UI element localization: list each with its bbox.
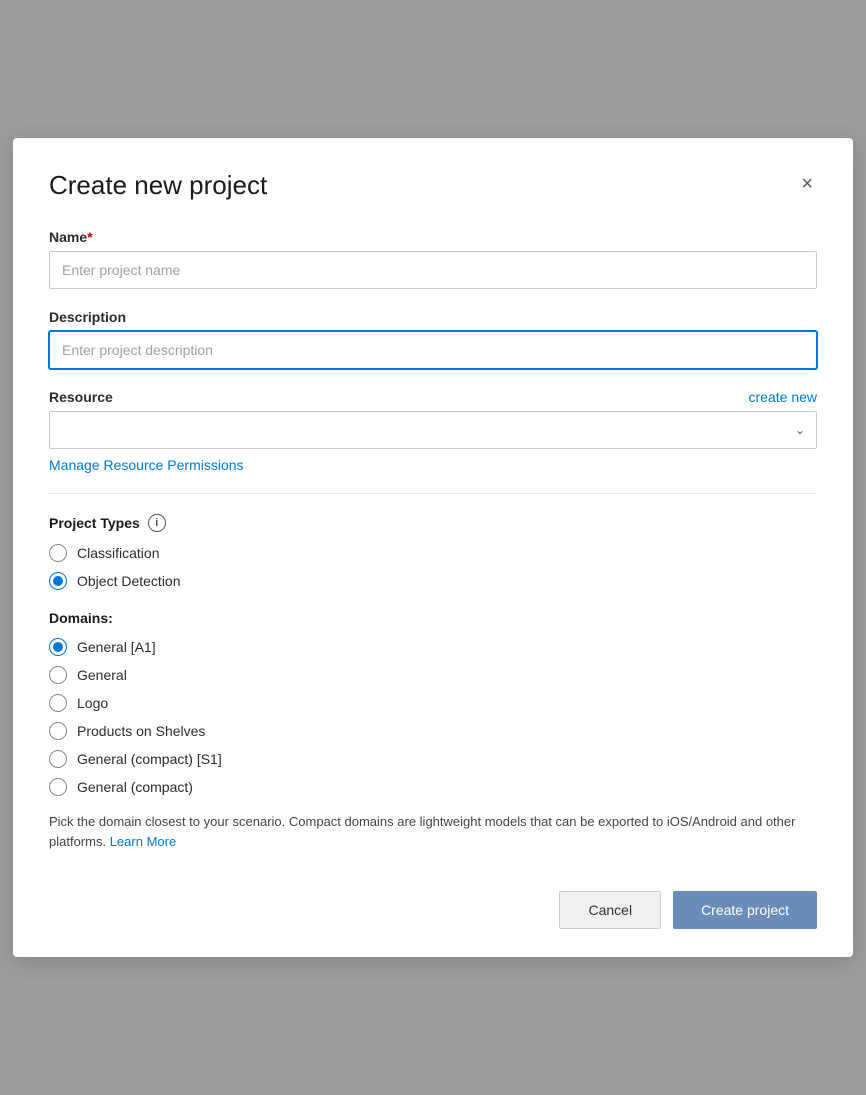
general-label: General	[77, 667, 127, 683]
project-types-title: Project Types i	[49, 514, 817, 532]
dialog-title: Create new project	[49, 170, 267, 201]
general-compact-radio[interactable]	[49, 778, 67, 796]
radio-option-general[interactable]: General	[49, 666, 817, 684]
resource-label: Resource	[49, 389, 113, 405]
create-project-button[interactable]: Create project	[673, 891, 817, 929]
domains-section: Domains: General [A1] General Logo Produ…	[49, 610, 817, 851]
required-indicator: *	[87, 229, 92, 245]
dialog-footer: Cancel Create project	[49, 891, 817, 929]
dialog-overlay: Create new project × Name* Description R…	[0, 0, 866, 1095]
resource-select-wrapper: ⌄	[49, 411, 817, 449]
object-detection-radio[interactable]	[49, 572, 67, 590]
help-text: Pick the domain closest to your scenario…	[49, 812, 817, 851]
project-description-input[interactable]	[49, 331, 817, 369]
radio-option-products-on-shelves[interactable]: Products on Shelves	[49, 722, 817, 740]
cancel-button[interactable]: Cancel	[559, 891, 661, 929]
project-types-section: Project Types i Classification Object De…	[49, 514, 817, 590]
divider-1	[49, 493, 817, 494]
logo-label: Logo	[77, 695, 108, 711]
description-label: Description	[49, 309, 817, 325]
logo-radio[interactable]	[49, 694, 67, 712]
close-button[interactable]: ×	[797, 170, 817, 198]
general-compact-s1-radio[interactable]	[49, 750, 67, 768]
radio-option-logo[interactable]: Logo	[49, 694, 817, 712]
learn-more-link[interactable]: Learn More	[110, 834, 176, 849]
general-a1-radio[interactable]	[49, 638, 67, 656]
classification-label: Classification	[77, 545, 159, 561]
project-types-radio-group: Classification Object Detection	[49, 544, 817, 590]
dialog-header: Create new project ×	[49, 170, 817, 201]
project-types-info-icon[interactable]: i	[148, 514, 166, 532]
radio-option-classification[interactable]: Classification	[49, 544, 817, 562]
general-compact-label: General (compact)	[77, 779, 193, 795]
general-compact-s1-label: General (compact) [S1]	[77, 751, 222, 767]
general-radio[interactable]	[49, 666, 67, 684]
create-new-link[interactable]: create new	[749, 389, 817, 405]
domains-radio-group: General [A1] General Logo Products on Sh…	[49, 638, 817, 796]
radio-option-general-compact-s1[interactable]: General (compact) [S1]	[49, 750, 817, 768]
radio-option-general-compact[interactable]: General (compact)	[49, 778, 817, 796]
description-field-group: Description	[49, 309, 817, 369]
resource-field-group: Resource create new ⌄ Manage Resource Pe…	[49, 389, 817, 473]
resource-label-row: Resource create new	[49, 389, 817, 405]
resource-select[interactable]	[49, 411, 817, 449]
radio-option-object-detection[interactable]: Object Detection	[49, 572, 817, 590]
name-field-group: Name*	[49, 229, 817, 289]
radio-option-general-a1[interactable]: General [A1]	[49, 638, 817, 656]
general-a1-label: General [A1]	[77, 639, 156, 655]
classification-radio[interactable]	[49, 544, 67, 562]
object-detection-label: Object Detection	[77, 573, 181, 589]
manage-permissions-link[interactable]: Manage Resource Permissions	[49, 457, 244, 473]
create-project-dialog: Create new project × Name* Description R…	[13, 138, 853, 957]
project-name-input[interactable]	[49, 251, 817, 289]
domains-title: Domains:	[49, 610, 817, 626]
products-on-shelves-radio[interactable]	[49, 722, 67, 740]
name-label: Name*	[49, 229, 817, 245]
products-on-shelves-label: Products on Shelves	[77, 723, 205, 739]
